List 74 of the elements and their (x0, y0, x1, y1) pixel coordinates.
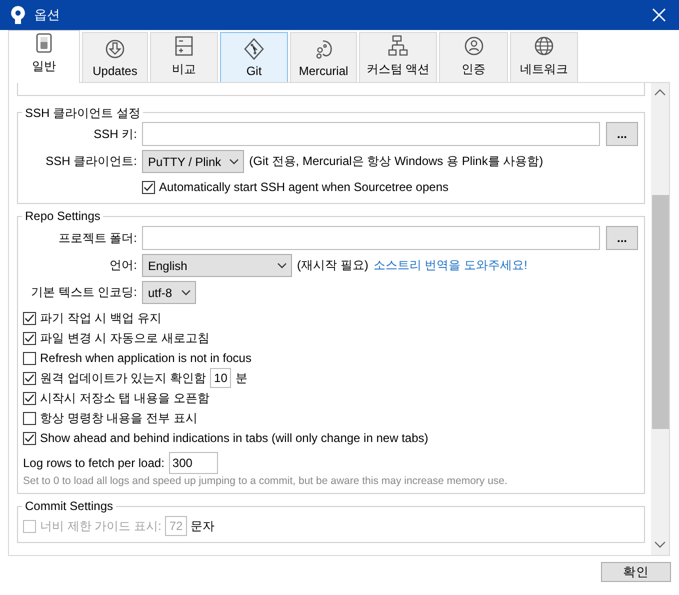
scroll-down-icon (654, 541, 666, 549)
checkbox[interactable] (23, 332, 36, 344)
check-icon (24, 333, 35, 343)
browse-button[interactable]: ... (606, 226, 638, 250)
checkbox-label: 시작시 저장소 탭 내용을 오픈함 (40, 390, 210, 406)
droplets-icon (314, 38, 334, 60)
check-icon (24, 313, 35, 323)
unit-label: 문자 (190, 518, 215, 534)
checkbox-label: 원격 업데이트가 있는지 확인함 (40, 370, 206, 386)
checkbox-label: 항상 명령창 내용을 전부 표시 (40, 410, 198, 426)
ok-button[interactable]: 확인 (601, 562, 671, 582)
close-icon (652, 8, 666, 22)
logo-icon (10, 5, 26, 25)
field-label: Log rows to fetch per load: (23, 456, 164, 470)
check-icon (24, 433, 35, 443)
checkbox-label: Automatically start SSH agent when Sourcetree opens (159, 180, 448, 194)
checkbox[interactable] (23, 312, 36, 324)
field-label: SSH 키: (92, 126, 137, 142)
checkbox-label: Show ahead and behind indications in tabs (will only change in new tabs) (40, 431, 428, 445)
checkbox-label: 너비 제한 가이드 표시: (40, 518, 162, 534)
scroll-up-icon (654, 89, 666, 97)
checkbox[interactable] (23, 432, 36, 444)
user-circle-icon (464, 35, 484, 57)
tab[interactable]: Git (220, 32, 288, 82)
checkbox[interactable] (142, 180, 155, 194)
scrollbar-thumb[interactable] (652, 195, 668, 429)
check-icon (24, 373, 35, 383)
field-label: SSH 클라이언트: (44, 153, 137, 170)
checkbox-label: Refresh when application is not in focus (40, 351, 252, 365)
translate-link[interactable]: 소스트리 번역을 도와주세요! (373, 257, 528, 274)
dropdown[interactable]: utf-8 (142, 281, 196, 304)
group-title: SSH 클라이언트 설정 (22, 105, 144, 122)
note-text: (Git 전용, Mercurial은 항상 Windows 용 Plink를 사용함) (249, 153, 544, 170)
flowchart-icon (388, 35, 408, 57)
checkbox[interactable] (23, 372, 36, 384)
path-field[interactable] (142, 226, 600, 250)
tab[interactable]: 인증 (439, 32, 508, 82)
checkbox-label: 파일 변경 시 자동으로 새로고침 (40, 330, 210, 346)
group-title: Commit Settings (22, 499, 116, 513)
checkbox-label: 파기 작업 시 백업 유지 (40, 310, 162, 326)
note-text: (재시작 필요) (297, 257, 368, 274)
field-label: 프로젝트 폴더: (57, 230, 137, 246)
group-title: Repo Settings (22, 209, 104, 223)
chevron-down-icon (181, 289, 191, 296)
window-title: 옵션 (34, 6, 61, 24)
path-field[interactable] (142, 122, 600, 146)
checkbox[interactable] (23, 392, 36, 404)
unit-label: 분 (235, 370, 248, 386)
field-label: 기본 텍스트 인코딩: (30, 284, 137, 301)
toggle-switch-icon (34, 32, 54, 54)
diamond-branch-icon (244, 38, 264, 60)
tab[interactable]: 네트워크 (510, 32, 578, 82)
tab[interactable]: 일반 (8, 30, 80, 83)
number-field[interactable]: 300 (169, 452, 218, 474)
chevron-down-icon (229, 158, 240, 165)
tab[interactable]: 비교 (150, 32, 218, 82)
scrollbar[interactable] (651, 83, 669, 555)
browse-button[interactable]: ... (606, 122, 638, 146)
dropdown[interactable]: English (142, 254, 292, 277)
chevron-down-icon (277, 262, 287, 269)
number-field[interactable]: 10 (210, 368, 232, 388)
checkbox[interactable] (23, 412, 36, 424)
globe-icon (534, 35, 554, 57)
tab[interactable]: 커스텀 액션 (359, 32, 437, 82)
tab[interactable]: Updates (82, 32, 148, 82)
dropdown[interactable]: PuTTY / Plink (142, 150, 244, 173)
download-icon (105, 38, 125, 60)
hint-text: Set to 0 to load all logs and speed up jumping to a commit, but be aware this may increase memory use. (23, 475, 508, 487)
checkbox[interactable] (23, 352, 36, 364)
compare-icon (174, 35, 194, 57)
field-label: 언어: (108, 257, 137, 274)
check-icon (24, 393, 35, 403)
tab[interactable]: Mercurial (290, 32, 357, 82)
check-icon (143, 182, 154, 192)
